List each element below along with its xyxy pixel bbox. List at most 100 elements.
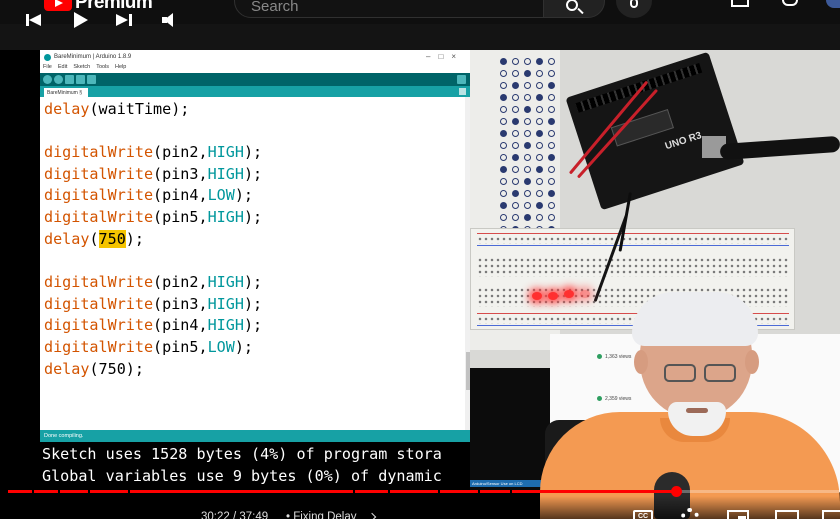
chart-dot <box>512 82 519 89</box>
led-lit <box>564 290 574 298</box>
theater-mode-icon[interactable] <box>775 510 799 519</box>
chart-dot <box>536 166 543 173</box>
status-dot <box>597 354 602 359</box>
chart-dot <box>500 70 507 77</box>
chart-dot <box>536 190 543 197</box>
create-icon[interactable] <box>731 0 749 7</box>
presenter-ear <box>745 350 759 374</box>
code-text: ); <box>234 338 254 356</box>
arduino-app-icon <box>44 53 51 61</box>
youtube-logo-icon <box>44 0 72 11</box>
chart-dot <box>524 202 531 209</box>
chart-dot <box>524 166 531 173</box>
chart-dot <box>536 82 543 89</box>
code-line: digitalWrite(pin4,LOW); <box>44 184 253 206</box>
chart-dot <box>536 58 543 65</box>
code-keyword: LOW <box>207 338 235 356</box>
chart-dot <box>548 82 555 89</box>
code-text: (pin2, <box>153 143 208 161</box>
chart-dot <box>548 94 555 101</box>
chart-dot <box>512 94 519 101</box>
new-icon <box>65 75 74 84</box>
code-function: digitalWrite <box>44 273 154 291</box>
arduino-board: UNO R3 <box>565 51 745 211</box>
chart-dot <box>536 118 543 125</box>
chart-dot <box>500 202 507 209</box>
video-letterbox <box>0 24 840 50</box>
chart-dot <box>500 82 507 89</box>
code-function: digitalWrite <box>44 316 154 334</box>
code-function: delay <box>44 230 90 248</box>
chart-dot <box>500 130 507 137</box>
menu-help: Help <box>115 64 127 70</box>
chapter-title[interactable]: • Fixing Delay <box>286 511 357 519</box>
chart-dot <box>548 190 555 197</box>
search-icon <box>566 0 578 11</box>
presenter-ear <box>634 350 648 374</box>
chapter-marker <box>388 490 390 493</box>
glasses <box>662 364 740 384</box>
glasses-lens <box>664 364 696 382</box>
voice-search-button[interactable] <box>616 0 652 18</box>
chart-dot <box>512 166 519 173</box>
tab-menu-icon <box>459 88 466 95</box>
chart-dot <box>548 214 555 221</box>
chart-dot <box>536 142 543 149</box>
play-icon[interactable] <box>74 12 88 28</box>
code-text: (pin5, <box>153 208 208 226</box>
volume-icon[interactable] <box>162 13 178 27</box>
progress-bar[interactable] <box>8 486 840 497</box>
code-keyword: HIGH <box>207 208 244 226</box>
code-text: (pin4, <box>153 186 208 204</box>
code-text: ); <box>243 316 263 334</box>
chapter-marker <box>510 490 512 493</box>
miniplayer-icon[interactable] <box>727 510 749 519</box>
chapter-marker <box>438 490 440 493</box>
chart-dot <box>536 94 543 101</box>
code-text: (waitTime); <box>89 100 190 118</box>
chart-dot <box>548 58 555 65</box>
code-text: ); <box>243 208 263 226</box>
led-lit <box>532 292 542 300</box>
serial-monitor-icon <box>457 75 466 84</box>
chart-dot <box>500 214 507 221</box>
upload-icon <box>54 75 63 84</box>
chart-dot <box>548 106 555 113</box>
code-text: ); <box>243 165 263 183</box>
save-icon <box>87 75 96 84</box>
youtube-logo[interactable]: Premium <box>44 0 153 14</box>
search-input[interactable]: Search <box>234 0 544 18</box>
chart-dot <box>524 154 531 161</box>
chart-dot <box>524 142 531 149</box>
time-display: 30:22 / 37:49 <box>201 511 269 519</box>
previous-icon[interactable] <box>26 14 42 26</box>
search-button[interactable] <box>543 0 605 18</box>
chart-dot <box>524 190 531 197</box>
chart-dot <box>536 214 543 221</box>
next-icon[interactable] <box>116 14 132 26</box>
fullscreen-icon[interactable] <box>822 510 840 519</box>
chart-dot <box>536 106 543 113</box>
chapter-marker <box>32 490 34 493</box>
ide-tab-strip: BareMinimum § <box>40 86 472 97</box>
chart-dot <box>500 106 507 113</box>
code-line: digitalWrite(pin3,HIGH); <box>44 163 262 185</box>
captions-icon[interactable]: CC <box>633 510 653 519</box>
chart-dot <box>500 58 507 65</box>
chart-dot <box>548 166 555 173</box>
chart-dot <box>536 130 543 137</box>
chart-dot <box>536 70 543 77</box>
chapter-marker <box>478 490 480 493</box>
led-lit <box>548 292 558 300</box>
bell-icon[interactable] <box>782 0 798 6</box>
avatar[interactable] <box>826 0 840 8</box>
menu-file: File <box>43 64 52 70</box>
window-controls: –□× <box>426 52 464 61</box>
chart-dot <box>512 202 519 209</box>
code-line: digitalWrite(pin3,HIGH); <box>44 293 262 315</box>
settings-gear-icon[interactable] <box>681 508 699 519</box>
chart-dot <box>512 130 519 137</box>
chart-dot <box>524 106 531 113</box>
chart-dot <box>548 118 555 125</box>
menu-sketch: Sketch <box>73 64 91 70</box>
